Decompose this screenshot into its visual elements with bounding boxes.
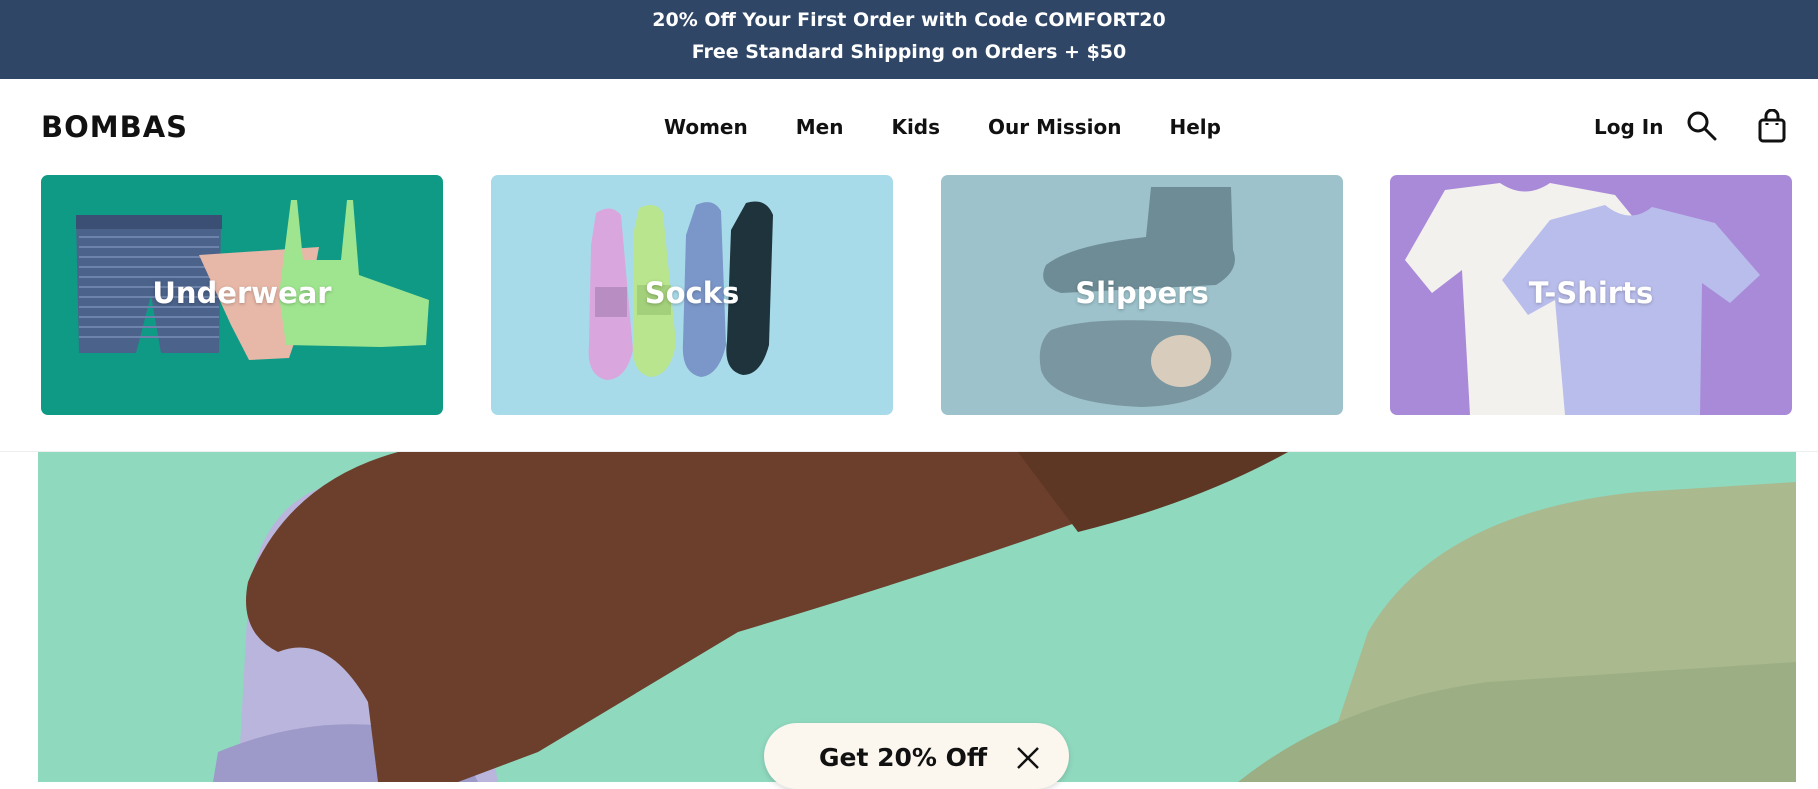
nav-help[interactable]: Help [1170, 113, 1221, 141]
promo-bar: 20% Off Your First Order with Code COMFO… [0, 0, 1818, 79]
nav-men[interactable]: Men [796, 113, 844, 141]
nav-our-mission[interactable]: Our Mission [988, 113, 1121, 141]
category-card-slippers[interactable]: Slippers [941, 175, 1343, 415]
bombas-logo[interactable]: BOMBAS [41, 109, 188, 145]
offer-label: Get 20% Off [819, 743, 988, 772]
category-card-socks[interactable]: Socks [491, 175, 893, 415]
category-card-t-shirts[interactable]: T-Shirts [1390, 175, 1792, 415]
get-discount-button[interactable]: Get 20% Off [764, 723, 1069, 789]
log-in-link[interactable]: Log In [1594, 113, 1663, 141]
category-label-socks: Socks [644, 276, 740, 310]
category-label-slippers: Slippers [1075, 276, 1209, 310]
category-label-t-shirts: T-Shirts [1528, 276, 1654, 310]
main-nav: Women Men Kids Our Mission Help [664, 113, 1221, 141]
shopping-bag-icon[interactable] [1758, 109, 1786, 143]
close-icon[interactable] [1015, 745, 1041, 771]
search-icon[interactable] [1686, 110, 1718, 142]
site-header: BOMBAS Women Men Kids Our Mission Help L… [0, 79, 1818, 175]
free-shipping-text: Free Standard Shipping on Orders + $50 [691, 41, 1127, 63]
nav-kids[interactable]: Kids [891, 113, 940, 141]
nav-women[interactable]: Women [664, 113, 748, 141]
category-label-underwear: Underwear [152, 276, 332, 310]
promo-code-text: 20% Off Your First Order with Code COMFO… [652, 9, 1166, 31]
category-card-underwear[interactable]: Underwear [41, 175, 443, 415]
category-menu: Underwear Socks Slippers T-Shirts [0, 175, 1818, 452]
